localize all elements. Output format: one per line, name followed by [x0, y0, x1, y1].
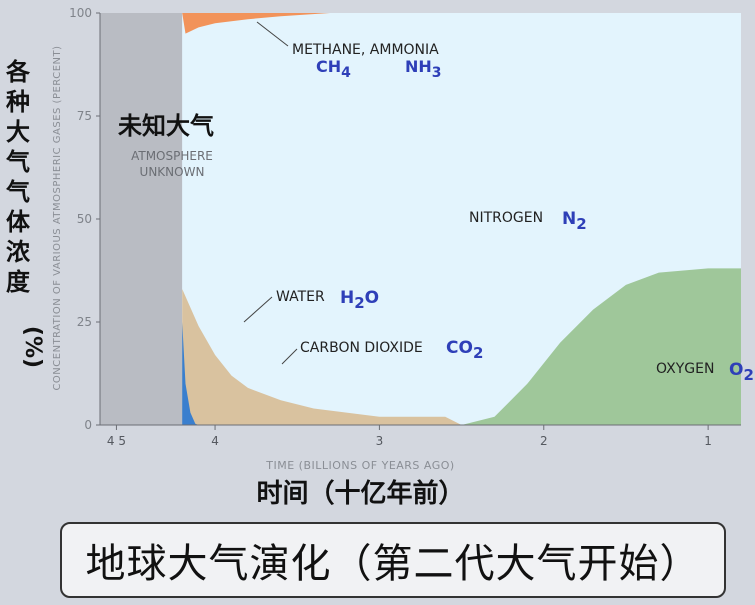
x-tick-label: 4 — [211, 434, 219, 448]
caption-box: 地球大气演化（第二代大气开始） — [60, 522, 726, 598]
unknown-atmosphere-label: ATMOSPHERE — [131, 149, 213, 163]
slide-caption: 地球大气演化（第二代大气开始） — [85, 541, 701, 587]
x-tick-label: 1 — [704, 434, 712, 448]
x-tick-label: 3 — [376, 434, 384, 448]
y-axis-title: CONCENTRATION OF VARIOUS ATMOSPHERIC GAS… — [52, 45, 63, 390]
chart: 0 25 50 75 100 4 5 4 3 2 1 TIME (BILLIONS OF YEAR… — [5, 6, 754, 509]
series-methane-ammonia-label: METHANE, AMMONIA — [292, 42, 439, 58]
y-tick-label: 25 — [77, 315, 92, 329]
x-tick-label: 4 5 — [107, 434, 126, 448]
y-tick-label: 50 — [77, 212, 92, 226]
y-tick-label: 100 — [69, 6, 92, 20]
unknown-atmosphere-label: UNKNOWN — [140, 165, 205, 179]
series-nitrogen-label: NITROGEN — [469, 210, 543, 226]
y-tick-label: 0 — [84, 418, 92, 432]
x-tick-label: 2 — [540, 434, 548, 448]
x-axis-title-cn: 时间（十亿年前） — [256, 478, 464, 509]
series-oxygen-label: OXYGEN — [656, 361, 714, 377]
y-axis-unit-cn: (%) — [20, 326, 45, 368]
unknown-atmosphere-label-cn: 未知大气 — [118, 112, 214, 140]
y-tick-label: 75 — [77, 109, 92, 123]
unknown-atmosphere-region — [100, 13, 183, 425]
y-axis-title-cn: 各种大气气体浓度 — [5, 58, 31, 296]
series-water-label: WATER — [276, 289, 325, 305]
x-axis-title: TIME (BILLIONS OF YEARS AGO) — [265, 459, 454, 472]
series-carbon-dioxide-label: CARBON DIOXIDE — [300, 340, 423, 356]
